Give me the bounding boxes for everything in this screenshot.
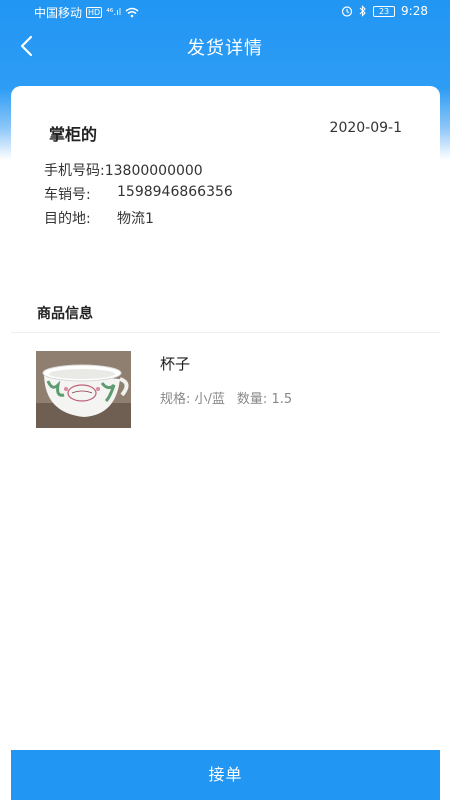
wifi-icon [125,7,139,18]
destination-value: 物流1 [117,211,154,227]
spec-label: 规格: [160,392,191,407]
vehicle-row: 车销号: 1598946866356 [44,184,233,204]
shipment-date: 2020-09-1 [329,120,402,136]
alarm-icon [341,6,353,17]
accept-order-button[interactable]: 接单 [11,750,440,800]
quantity-value: 1.5 [271,392,293,407]
vehicle-value: 1598946866356 [117,184,233,200]
section-divider [11,332,440,333]
navigation-bar: 发货详情 [0,26,450,66]
shipment-detail-card: 掌柜的 2020-09-1 手机号码:13800000000 车销号: 1598… [11,86,440,346]
cellular-signal-icon: ⁴⁶.ıl [106,7,122,18]
vehicle-label: 车销号: [44,187,91,203]
carrier-name: 中国移动 [34,6,83,20]
phone-row: 手机号码:13800000000 [44,160,203,180]
spec-value: 小/蓝 [194,392,225,407]
bluetooth-icon [359,5,366,17]
product-spec: 规格: 小/蓝 数量: 1.5 [160,388,292,407]
seller-name: 掌柜的 [49,125,98,144]
hd-badge: HD [86,7,103,18]
page-title: 发货详情 [187,38,263,59]
battery-icon: 23 [373,5,396,17]
phone-value: 13800000000 [104,163,203,179]
phone-label: 手机号码: [44,163,105,179]
goods-section-title: 商品信息 [37,306,93,322]
product-name: 杯子 [160,355,191,373]
quantity-label: 数量: [236,392,268,407]
clock-time: 9:28 [401,4,428,18]
destination-label: 目的地: [44,211,91,227]
destination-row: 目的地: 物流1 [44,208,154,228]
status-bar: 中国移动 HD ⁴⁶.ıl 23 9:28 [0,0,450,24]
list-item[interactable]: 杯子 规格: 小/蓝 数量: 1.5 [36,351,436,429]
product-image [36,351,131,428]
